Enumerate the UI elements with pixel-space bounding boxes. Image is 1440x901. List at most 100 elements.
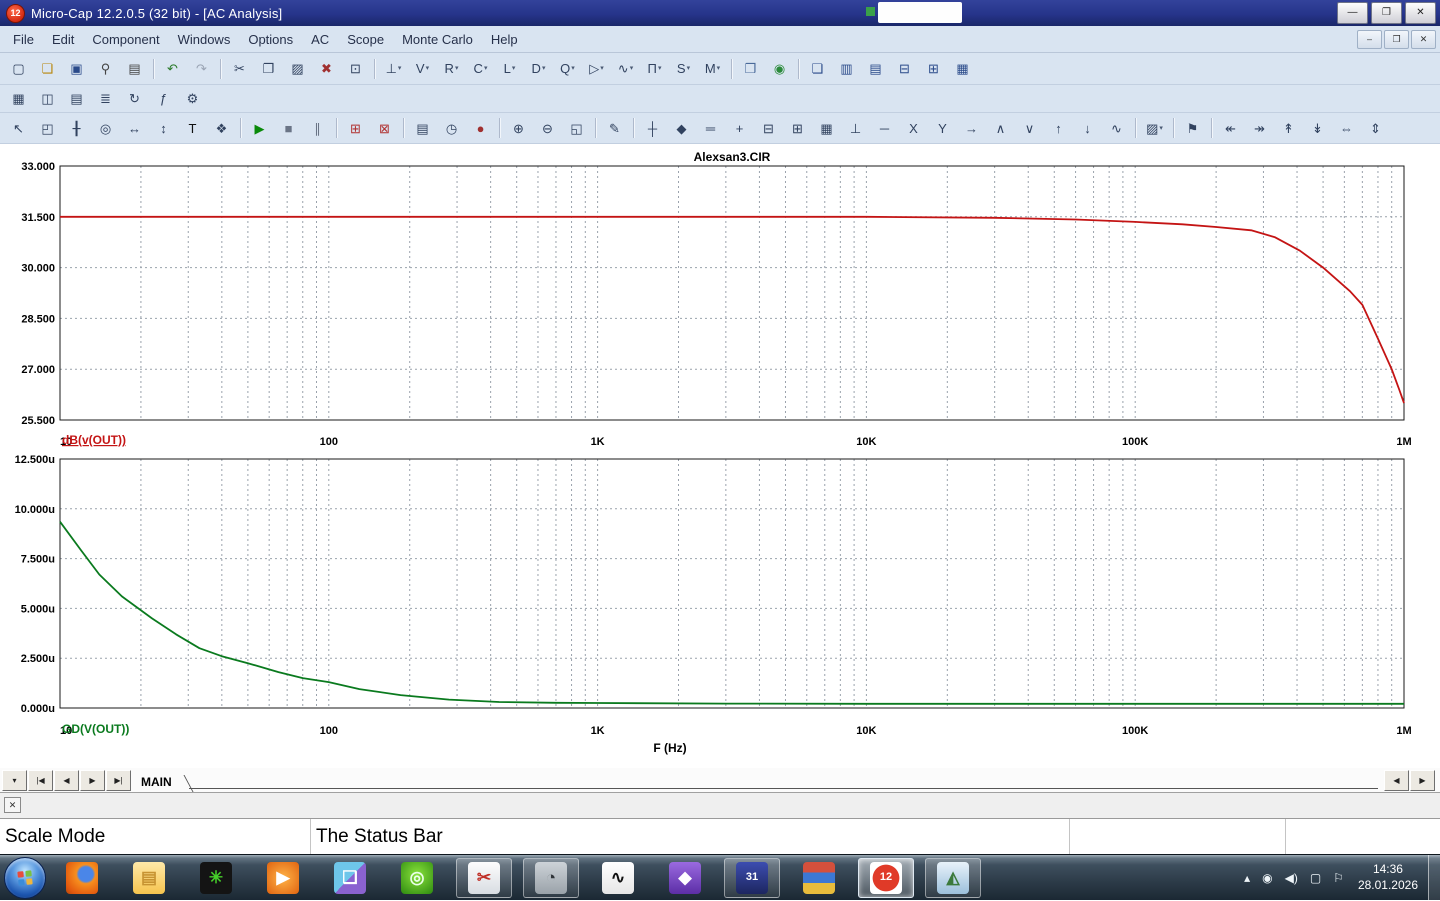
info-window-button[interactable]: ❒ [737,57,764,81]
vertical-axis-grids-button[interactable]: ⊞ [784,116,811,140]
align-center-horizontal-button[interactable]: ⇔ [1333,116,1360,140]
taskbar-item-purple-app[interactable]: ◆ [657,858,713,898]
mdi-minimize-button[interactable]: – [1357,29,1382,49]
numeric-output-button[interactable]: ▤ [409,116,436,140]
pause-button[interactable]: ∥ [304,116,331,140]
edit-text-button[interactable]: ✎ [601,116,628,140]
peak-button[interactable]: ∧ [987,116,1014,140]
volume-icon[interactable]: ◀) [1285,872,1298,884]
previous-page-button[interactable]: ◀ [54,770,79,791]
file-tabs-button[interactable]: ▤ [63,87,90,111]
minimize-button[interactable]: — [1337,2,1368,24]
ruler-lines-button[interactable]: ═ [697,116,724,140]
tab-main[interactable]: MAIN [137,769,194,792]
waveform-legend[interactable]: GD(V(OUT)) [62,722,129,736]
waveform-legend[interactable]: dB(v(OUT)) [62,433,126,447]
copy-to-clipboard-dropdown-icon[interactable]: ▾ [1159,125,1163,132]
transistor-component-button[interactable]: Q ▾ [554,57,581,81]
new-file-button[interactable]: ▢ [5,57,32,81]
split-horizontal-button[interactable]: ⊟ [891,57,918,81]
watch-window-button[interactable]: ◷ [438,116,465,140]
redraw-button[interactable]: ↻ [121,87,148,111]
delete-analysis-limits-button[interactable]: ⊠ [371,116,398,140]
switch-component-dropdown-icon[interactable]: ▾ [687,65,691,72]
numeric-grid-button[interactable]: ▦ [949,57,976,81]
tokens-button[interactable]: ◆ [668,116,695,140]
capacitor-component-dropdown-icon[interactable]: ▾ [484,65,488,72]
scale-mode-button[interactable]: ◰ [34,116,61,140]
cursor-mode-button[interactable]: ╂ [63,116,90,140]
horizontal-tag-mode-button[interactable]: ↔ [121,116,148,140]
autoscale-button[interactable]: ◱ [563,116,590,140]
properties-button[interactable]: ❖ [208,116,235,140]
clear-button[interactable]: ✖ [313,57,340,81]
inflection-button[interactable]: ∿ [1103,116,1130,140]
inductor-component-button[interactable]: L ▾ [496,57,523,81]
menu-item-windows[interactable]: Windows [169,28,240,51]
tab-scroll-left-button[interactable]: ◀ [1384,770,1409,791]
taskbar-item-media-player[interactable]: ▶ [255,858,311,898]
pulse-source-component-dropdown-icon[interactable]: ▾ [658,65,662,72]
taskbar-item-gauge-app[interactable]: ◔ [523,857,579,898]
tray-app-icon[interactable]: ◉ [1262,872,1272,884]
opamp-component-button[interactable]: ▷ ▾ [583,57,610,81]
taskbar-item-waveform-app[interactable]: ∿ [590,858,646,898]
zoom-out-button[interactable]: ⊖ [534,116,561,140]
dock-close-button[interactable]: ✕ [4,797,21,813]
taskbar-item-notes-app[interactable]: ❏ [322,858,378,898]
resistor-component-button[interactable]: R ▾ [438,57,465,81]
align-right-button[interactable]: ↠ [1246,116,1273,140]
print-button[interactable]: ▤ [121,57,148,81]
function-plot-button[interactable]: ƒ [150,87,177,111]
browser-panel-button[interactable]: ◫ [34,87,61,111]
ground-component-button[interactable]: ⊥ ▾ [380,57,407,81]
breakpoints-button[interactable]: ● [467,116,494,140]
action-center-flag-icon[interactable]: ⚐ [1333,872,1344,884]
switch-component-button[interactable]: S ▾ [670,57,697,81]
analysis-plot-area[interactable]: 33.000 31.500 30.000 28.500 27.000 25.500 10 10… [0,144,1440,768]
copy-to-clipboard-button[interactable]: ▨ ▾ [1141,116,1168,140]
taskbar-clock[interactable]: 14:36 28.01.2026 [1358,862,1418,893]
restore-button[interactable]: ❐ [1371,2,1402,24]
valley-button[interactable]: ∨ [1016,116,1043,140]
low-button[interactable]: ↓ [1074,116,1101,140]
select-all-button[interactable]: ⊡ [342,57,369,81]
align-center-vertical-button[interactable]: ⇕ [1362,116,1389,140]
align-left-button[interactable]: ↞ [1217,116,1244,140]
menu-item-options[interactable]: Options [239,28,302,51]
menu-item-component[interactable]: Component [83,28,168,51]
add-analysis-limits-button[interactable]: ⊞ [342,116,369,140]
horizontal-cursor-button[interactable]: ─ [871,116,898,140]
menu-item-file[interactable]: File [4,28,43,51]
battery-component-button[interactable]: V ▾ [409,57,436,81]
taskbar-item-winrar[interactable] [791,858,847,898]
copy-button[interactable]: ❐ [255,57,282,81]
open-file-button[interactable]: ❏ [34,57,61,81]
dB(v(OUT))-curve[interactable] [60,215,1405,404]
next-page-button[interactable]: ▶ [80,770,105,791]
tile-vertical-button[interactable]: ▥ [833,57,860,81]
menu-item-help[interactable]: Help [482,28,527,51]
go-to-y-button[interactable]: Y [929,116,956,140]
inductor-component-dropdown-icon[interactable]: ▾ [512,65,516,72]
undo-button[interactable]: ↶ [159,57,186,81]
taskbar-item-green-orb-app[interactable]: ◎ [389,858,445,898]
internet-link-button[interactable]: ◉ [766,57,793,81]
tab-scroll-right-button[interactable]: ▶ [1410,770,1435,791]
baseline-button[interactable]: ⊥ [842,116,869,140]
print-preview-button[interactable]: ⚲ [92,57,119,81]
taskbar-item-photo-viewer[interactable]: ◭ [925,857,981,898]
high-button[interactable]: ↑ [1045,116,1072,140]
taskbar-item-windows-explorer[interactable]: ▤ [121,858,177,898]
first-page-button[interactable]: |◀ [28,770,53,791]
capacitor-component-button[interactable]: C ▾ [467,57,494,81]
go-to-x-button[interactable]: X [900,116,927,140]
sine-source-component-dropdown-icon[interactable]: ▾ [630,65,634,72]
page-list-button[interactable]: ▾ [2,770,27,791]
start-button[interactable] [4,856,46,899]
select-mode-button[interactable]: ↖ [5,116,32,140]
mdi-restore-button[interactable]: ❐ [1384,29,1409,49]
macro-component-button[interactable]: M ▾ [699,57,726,81]
menu-item-monte-carlo[interactable]: Monte Carlo [393,28,482,51]
stop-button[interactable]: ■ [275,116,302,140]
